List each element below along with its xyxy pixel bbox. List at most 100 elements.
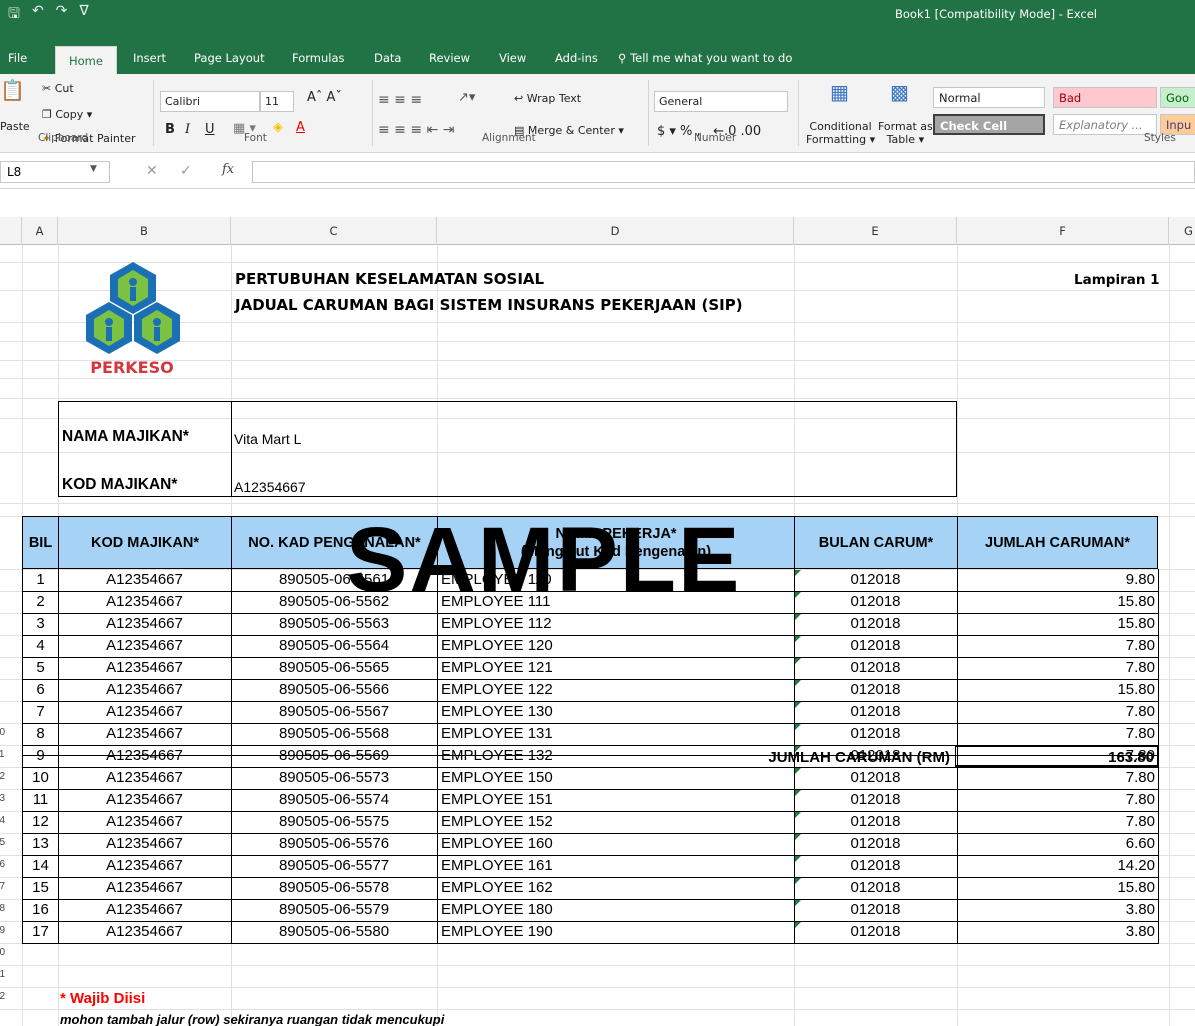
row-number[interactable]: 19 bbox=[0, 925, 8, 936]
tell-me-search[interactable]: ⚲ Tell me what you want to do bbox=[618, 51, 792, 65]
tab-add-ins[interactable]: Add-ins bbox=[555, 51, 598, 65]
jumlah-caruman-cell[interactable]: 14.20 bbox=[957, 855, 1159, 878]
nama-pekerja-cell[interactable]: EMPLOYEE 152 bbox=[437, 811, 795, 834]
error-indicator-icon[interactable] bbox=[795, 724, 801, 730]
row-number[interactable]: 20 bbox=[0, 947, 8, 958]
kod-majikan-cell[interactable]: A12354667 bbox=[58, 723, 232, 746]
row-number[interactable]: 2 bbox=[0, 545, 8, 556]
row-number[interactable]: 6 bbox=[0, 639, 8, 650]
error-indicator-icon[interactable] bbox=[795, 878, 801, 884]
format-as-table-button[interactable]: Format as Table ▾ bbox=[878, 120, 933, 146]
nama-pekerja-cell[interactable]: EMPLOYEE 132 bbox=[437, 745, 795, 768]
format-as-table-icon[interactable]: ▩ bbox=[890, 80, 909, 104]
italic-button[interactable]: I bbox=[185, 122, 190, 137]
tab-home[interactable]: Home bbox=[55, 46, 117, 74]
no-kad-cell[interactable]: 890505-06-5568 bbox=[231, 723, 438, 746]
paste-icon[interactable]: 📋 bbox=[0, 78, 25, 102]
no-kad-cell[interactable]: 890505-06-5563 bbox=[231, 613, 438, 636]
jumlah-caruman-cell[interactable]: 9.80 bbox=[957, 569, 1159, 592]
no-kad-cell[interactable]: 890505-06-5577 bbox=[231, 855, 438, 878]
font-color-icon[interactable]: A bbox=[296, 120, 305, 135]
orientation-icon[interactable]: ↗▾ bbox=[458, 90, 475, 105]
conditional-formatting-button[interactable]: Conditional Formatting ▾ bbox=[806, 120, 875, 146]
redo-icon[interactable]: ↷ bbox=[56, 3, 68, 27]
kod-majikan-cell[interactable]: A12354667 bbox=[58, 657, 232, 680]
bil-cell[interactable]: 12 bbox=[22, 811, 59, 834]
cut-button[interactable]: ✂ Cut bbox=[42, 82, 74, 95]
bulan-carum-cell[interactable]: 012018 bbox=[794, 635, 958, 658]
bulan-carum-cell[interactable]: 012018 bbox=[794, 679, 958, 702]
no-kad-cell[interactable]: 890505-06-5567 bbox=[231, 701, 438, 724]
nama-pekerja-cell[interactable]: EMPLOYEE 162 bbox=[437, 877, 795, 900]
row-number[interactable]: 9 bbox=[0, 705, 8, 716]
jumlah-caruman-cell[interactable]: 15.80 bbox=[957, 613, 1159, 636]
nama-pekerja-cell[interactable]: EMPLOYEE 150 bbox=[437, 767, 795, 790]
error-indicator-icon[interactable] bbox=[795, 702, 801, 708]
kod-majikan-cell[interactable]: A12354667 bbox=[58, 569, 232, 592]
row-number[interactable]: 15 bbox=[0, 837, 8, 848]
no-kad-cell[interactable]: 890505-06-5576 bbox=[231, 833, 438, 856]
bulan-carum-cell[interactable]: 012018 bbox=[794, 701, 958, 724]
tab-data[interactable]: Data bbox=[374, 51, 401, 65]
bulan-carum-cell[interactable]: 012018 bbox=[794, 899, 958, 922]
row-number[interactable]: 12 bbox=[0, 771, 8, 782]
no-kad-cell[interactable]: 890505-06-5579 bbox=[231, 899, 438, 922]
row-number[interactable]: 17 bbox=[0, 881, 8, 892]
tab-formulas[interactable]: Formulas bbox=[292, 51, 345, 65]
nama-pekerja-cell[interactable]: EMPLOYEE 130 bbox=[437, 701, 795, 724]
error-indicator-icon[interactable] bbox=[795, 922, 801, 928]
bil-cell[interactable]: 1 bbox=[22, 569, 59, 592]
jumlah-caruman-cell[interactable]: 7.80 bbox=[957, 701, 1159, 724]
jumlah-caruman-cell[interactable]: 7.80 bbox=[957, 767, 1159, 790]
undo-icon[interactable]: ↶ bbox=[32, 3, 44, 27]
error-indicator-icon[interactable] bbox=[795, 614, 801, 620]
error-indicator-icon[interactable] bbox=[795, 658, 801, 664]
row-number[interactable]: 8 bbox=[0, 683, 8, 694]
no-kad-cell[interactable]: 890505-06-5578 bbox=[231, 877, 438, 900]
kod-majikan-cell[interactable]: A12354667 bbox=[58, 679, 232, 702]
customize-qat-icon[interactable]: ∇ bbox=[79, 3, 88, 27]
nama-pekerja-cell[interactable]: EMPLOYEE 190 bbox=[437, 921, 795, 944]
error-indicator-icon[interactable] bbox=[795, 812, 801, 818]
kod-majikan-cell[interactable]: A12354667 bbox=[58, 591, 232, 614]
kod-majikan-cell[interactable]: A12354667 bbox=[58, 767, 232, 790]
paste-button[interactable]: Paste bbox=[0, 120, 30, 133]
nama-pekerja-cell[interactable]: EMPLOYEE 131 bbox=[437, 723, 795, 746]
save-icon[interactable]: 🖫 bbox=[8, 3, 20, 27]
tab-review[interactable]: Review bbox=[429, 51, 470, 65]
bil-cell[interactable]: 16 bbox=[22, 899, 59, 922]
bulan-carum-cell[interactable]: 012018 bbox=[794, 613, 958, 636]
error-indicator-icon[interactable] bbox=[795, 636, 801, 642]
style-check-cell[interactable]: Check Cell bbox=[933, 114, 1045, 135]
kod-majikan-cell[interactable]: A12354667 bbox=[58, 811, 232, 834]
cancel-icon[interactable]: ✕ bbox=[146, 163, 158, 179]
nama-pekerja-cell[interactable]: EMPLOYEE 151 bbox=[437, 789, 795, 812]
tab-page-layout[interactable]: Page Layout bbox=[194, 51, 265, 65]
kod-majikan-cell[interactable]: A12354667 bbox=[58, 613, 232, 636]
row-number[interactable]: 7 bbox=[0, 661, 8, 672]
row-number[interactable]: 16 bbox=[0, 859, 8, 870]
insert-function-icon[interactable]: fx bbox=[222, 162, 234, 177]
error-indicator-icon[interactable] bbox=[795, 900, 801, 906]
error-indicator-icon[interactable] bbox=[795, 834, 801, 840]
no-kad-cell[interactable]: 890505-06-5574 bbox=[231, 789, 438, 812]
no-kad-cell[interactable]: 890505-06-5565 bbox=[231, 657, 438, 680]
kod-majikan-cell[interactable]: A12354667 bbox=[58, 745, 232, 768]
bil-cell[interactable]: 7 bbox=[22, 701, 59, 724]
nama-pekerja-cell[interactable]: EMPLOYEE 120 bbox=[437, 635, 795, 658]
bulan-carum-cell[interactable]: 012018 bbox=[794, 569, 958, 592]
jumlah-caruman-cell[interactable]: 7.80 bbox=[957, 657, 1159, 680]
bil-cell[interactable]: 3 bbox=[22, 613, 59, 636]
no-kad-cell[interactable]: 890505-06-5569 bbox=[231, 745, 438, 768]
row-number[interactable]: 5 bbox=[0, 617, 8, 628]
bil-cell[interactable]: 2 bbox=[22, 591, 59, 614]
jumlah-caruman-cell[interactable]: 7.80 bbox=[957, 635, 1159, 658]
error-indicator-icon[interactable] bbox=[795, 680, 801, 686]
bulan-carum-cell[interactable]: 012018 bbox=[794, 811, 958, 834]
jumlah-caruman-cell[interactable]: 15.80 bbox=[957, 877, 1159, 900]
no-kad-cell[interactable]: 890505-06-5575 bbox=[231, 811, 438, 834]
column-header-g[interactable]: G bbox=[1169, 217, 1195, 245]
kod-majikan-cell[interactable]: A12354667 bbox=[58, 833, 232, 856]
bulan-carum-cell[interactable]: 012018 bbox=[794, 833, 958, 856]
kod-majikan-cell[interactable]: A12354667 bbox=[58, 899, 232, 922]
